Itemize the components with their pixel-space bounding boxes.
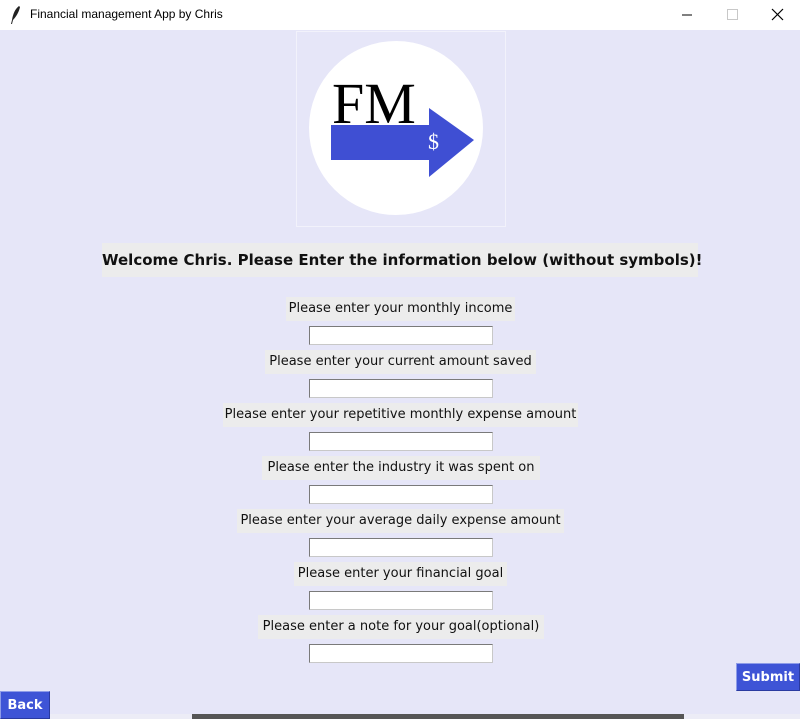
feather-icon — [11, 6, 20, 24]
amount-saved-input[interactable] — [309, 379, 493, 398]
label-amount-saved: Please enter your current amount saved — [265, 350, 536, 374]
industry-input[interactable] — [309, 485, 493, 504]
submit-button[interactable]: Submit — [736, 663, 800, 691]
welcome-message: Welcome Chris. Please Enter the informat… — [102, 243, 703, 277]
minimize-button[interactable] — [664, 0, 710, 30]
window-title: Financial management App by Chris — [30, 7, 223, 21]
monthly-income-input[interactable] — [309, 326, 493, 345]
minimize-icon — [682, 14, 692, 16]
financial-goal-input[interactable] — [309, 591, 493, 610]
label-daily-expense: Please enter your average daily expense … — [237, 509, 564, 533]
fm-logo-graphic: FM $ — [309, 41, 483, 215]
logo-dollar: $ — [428, 129, 439, 154]
bottom-edge-shadow — [192, 714, 684, 719]
label-industry: Please enter the industry it was spent o… — [262, 456, 540, 480]
label-goal-note: Please enter a note for your goal(option… — [258, 615, 544, 639]
label-monthly-expense: Please enter your repetitive monthly exp… — [223, 403, 578, 427]
daily-expense-input[interactable] — [309, 538, 493, 557]
maximize-button[interactable] — [709, 0, 755, 30]
window-titlebar: Financial management App by Chris — [0, 0, 800, 30]
label-monthly-income: Please enter your monthly income — [286, 297, 515, 321]
maximize-icon — [727, 9, 738, 20]
monthly-expense-input[interactable] — [309, 432, 493, 451]
close-icon — [771, 8, 784, 21]
goal-note-input[interactable] — [309, 644, 493, 663]
close-button[interactable] — [754, 0, 800, 30]
label-financial-goal: Please enter your financial goal — [294, 562, 507, 586]
app-logo: FM $ — [296, 31, 506, 227]
back-button[interactable]: Back — [0, 691, 50, 719]
